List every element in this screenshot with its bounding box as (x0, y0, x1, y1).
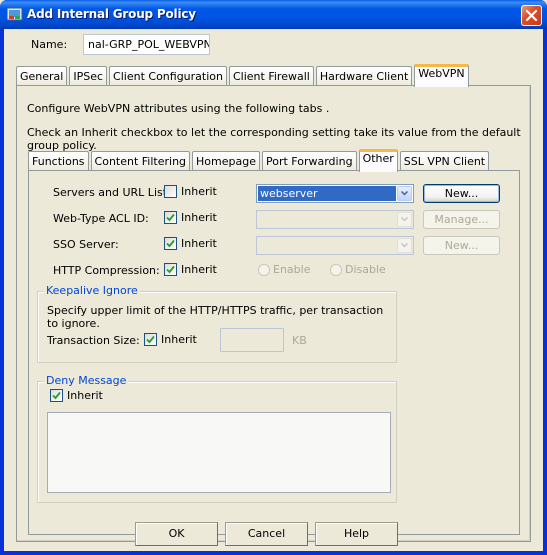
tab-ssl-vpn-client[interactable]: SSL VPN Client (399, 151, 490, 171)
dialog-body: Name: nal-GRP_POL_WEBVPN General IPSec C… (4, 29, 543, 551)
transaction-size-inherit[interactable]: Inherit (144, 333, 197, 346)
dialog-window: Add Internal Group Policy Name: nal-GRP_… (0, 0, 547, 555)
web-type-acl-inherit[interactable]: Inherit (164, 211, 217, 224)
deny-message-title: Deny Message (44, 374, 129, 387)
sso-server-inherit[interactable]: Inherit (164, 237, 217, 250)
keepalive-ignore-group: Keepalive Ignore Specify upper limit of … (37, 284, 397, 363)
tab-functions[interactable]: Functions (28, 151, 89, 171)
tab-ipsec[interactable]: IPSec (69, 66, 108, 86)
sso-server-select[interactable] (256, 236, 414, 255)
disable-label: Disable (345, 263, 386, 276)
servers-new-button[interactable]: New... (423, 184, 500, 203)
webvpn-panel: Configure WebVPN attributes using the fo… (16, 85, 531, 542)
servers-url-lists-select[interactable]: webserver (256, 184, 414, 203)
chevron-down-icon (401, 243, 408, 248)
name-input[interactable]: nal-GRP_POL_WEBVPN (83, 34, 210, 55)
inherit-label: Inherit (161, 333, 197, 346)
checkmark-icon (166, 265, 175, 274)
outer-tab-bar: General IPSec Client Configuration Clien… (16, 64, 471, 87)
sso-new-button[interactable]: New... (423, 236, 500, 255)
close-icon (525, 9, 538, 22)
inner-tab-bar: Functions Content Filtering Homepage Por… (28, 149, 491, 172)
tab-homepage[interactable]: Homepage (192, 151, 260, 171)
http-compression-inherit[interactable]: Inherit (164, 263, 217, 276)
enable-radio[interactable] (258, 263, 270, 276)
keepalive-description: Specify upper limit of the HTTP/HTTPS tr… (47, 304, 384, 330)
deny-message-textarea[interactable] (47, 412, 391, 493)
servers-url-lists-value: webserver (258, 186, 396, 201)
web-type-acl-value (258, 212, 396, 227)
http-compression-inherit-checkbox[interactable] (164, 263, 177, 276)
tab-hardware-client[interactable]: Hardware Client (315, 66, 413, 86)
servers-url-lists-label: Servers and URL Lists: (53, 186, 177, 199)
enable-label: Enable (273, 263, 311, 276)
sso-server-inherit-checkbox[interactable] (164, 237, 177, 250)
tab-webvpn[interactable]: WebVPN (414, 64, 469, 87)
manage-acl-button[interactable]: Manage... (423, 210, 500, 229)
ok-button[interactable]: OK (135, 522, 218, 546)
checkmark-icon (146, 335, 155, 344)
inherit-label: Inherit (181, 185, 217, 198)
checkmark-icon (52, 391, 61, 400)
cancel-button[interactable]: Cancel (225, 522, 308, 546)
tab-content-filtering[interactable]: Content Filtering (90, 151, 191, 171)
inherit-label: Inherit (67, 389, 103, 402)
transaction-size-inherit-checkbox[interactable] (144, 333, 157, 346)
chevron-down-icon (401, 217, 408, 222)
servers-url-lists-inherit[interactable]: Inherit (164, 185, 217, 198)
kb-unit-label: KB (292, 334, 307, 347)
disable-radio[interactable] (330, 263, 342, 276)
deny-message-inherit[interactable]: Inherit (50, 389, 103, 402)
transaction-size-label: Transaction Size: (47, 334, 140, 347)
webvpn-description: Configure WebVPN attributes using the fo… (27, 102, 330, 115)
dropdown-button[interactable] (397, 186, 412, 201)
tab-other[interactable]: Other (358, 149, 398, 172)
tab-client-configuration[interactable]: Client Configuration (109, 66, 227, 86)
app-icon (6, 7, 23, 21)
dropdown-button[interactable] (397, 212, 412, 227)
other-panel: Servers and URL Lists: Inherit webserver… (28, 170, 520, 535)
tab-general[interactable]: General (16, 66, 68, 86)
tab-port-forwarding[interactable]: Port Forwarding (262, 151, 357, 171)
http-compression-enable[interactable]: Enable (258, 263, 310, 276)
checkmark-icon (166, 213, 175, 222)
window-title: Add Internal Group Policy (27, 7, 196, 21)
inherit-label: Inherit (181, 263, 217, 276)
web-type-acl-label: Web-Type ACL ID: (53, 212, 149, 225)
help-button[interactable]: Help (315, 522, 398, 546)
transaction-size-input[interactable] (220, 328, 284, 352)
http-compression-disable[interactable]: Disable (330, 263, 386, 276)
close-button[interactable] (521, 5, 542, 26)
inherit-label: Inherit (181, 237, 217, 250)
chevron-down-icon (401, 191, 408, 196)
keepalive-ignore-title: Keepalive Ignore (44, 284, 140, 297)
checkmark-icon (166, 239, 175, 248)
dropdown-button[interactable] (397, 238, 412, 253)
web-type-acl-select[interactable] (256, 210, 414, 229)
deny-message-inherit-checkbox[interactable] (50, 389, 63, 402)
servers-url-lists-inherit-checkbox[interactable] (164, 185, 177, 198)
sso-server-value (258, 238, 396, 253)
tab-client-firewall[interactable]: Client Firewall (229, 66, 314, 86)
deny-message-group: Deny Message Inherit (37, 374, 397, 503)
web-type-acl-inherit-checkbox[interactable] (164, 211, 177, 224)
http-compression-label: HTTP Compression: (53, 264, 160, 277)
inherit-label: Inherit (181, 211, 217, 224)
name-label: Name: (31, 38, 68, 51)
sso-server-label: SSO Server: (53, 238, 119, 251)
title-bar[interactable]: Add Internal Group Policy (0, 0, 547, 29)
